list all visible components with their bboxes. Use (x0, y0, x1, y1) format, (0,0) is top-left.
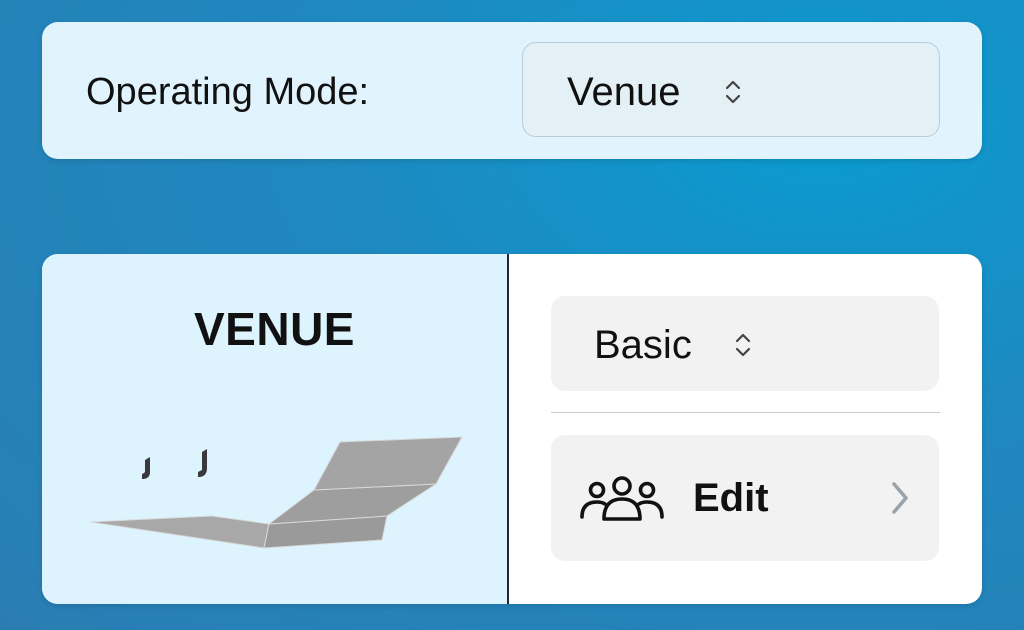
operating-mode-label: Operating Mode: (86, 71, 370, 113)
chevron-up-down-icon (735, 333, 751, 357)
people-group-icon (580, 476, 664, 521)
venue-stage-illustration-icon (89, 436, 463, 549)
operating-mode-select-value: Venue (567, 70, 681, 114)
venue-profile-select-value: Basic (594, 323, 692, 367)
chevron-up-down-icon (725, 80, 741, 104)
operating-mode-select[interactable]: Venue (522, 42, 940, 137)
row-divider (551, 412, 940, 413)
chevron-right-icon (892, 482, 908, 514)
edit-label: Edit (693, 476, 769, 520)
venue-profile-select[interactable]: Basic (551, 296, 939, 391)
venue-preview: VENUE (42, 254, 509, 604)
edit-button[interactable]: Edit (551, 435, 939, 561)
operating-mode-panel: Operating Mode: Venue (42, 22, 982, 159)
venue-card: VENUE Basic Edit (42, 254, 982, 604)
